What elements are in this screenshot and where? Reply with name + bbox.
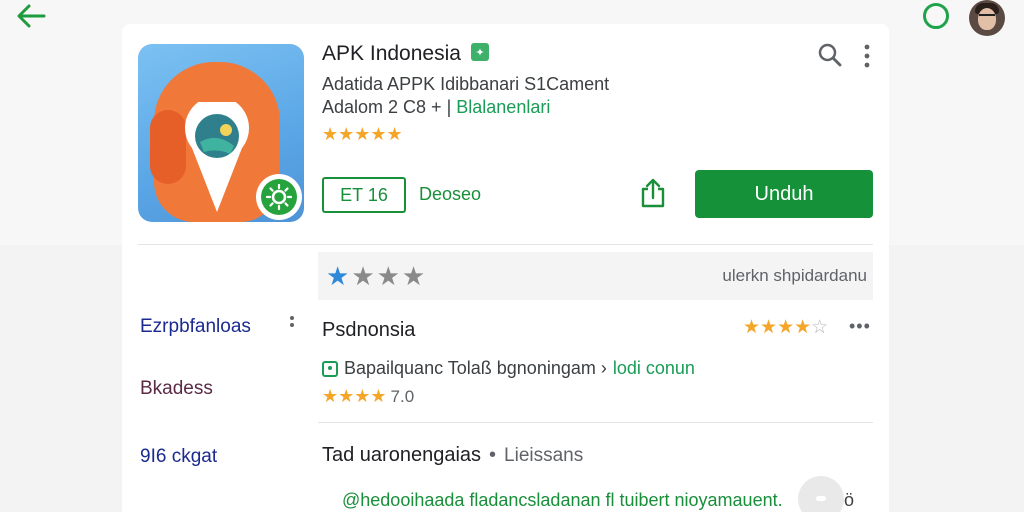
sidebar-item-1[interactable]: Ezrpbfanloas — [140, 316, 251, 338]
app-icon-bird-wing — [150, 110, 186, 184]
scroll-fab[interactable] — [798, 476, 844, 512]
listing-subtitle-link[interactable]: lodi conun — [613, 358, 695, 379]
listing-stars-filled: ★★★★ — [743, 317, 812, 338]
rate-star-empty[interactable]: ★★★ — [351, 261, 427, 291]
listing-title[interactable]: Psdnonsia — [322, 319, 415, 342]
back-arrow-icon[interactable] — [14, 2, 48, 30]
rate-star-filled[interactable]: ★ — [326, 261, 351, 291]
footer-tail: ö — [844, 490, 855, 510]
content-rating-badge[interactable]: ET 16 — [322, 177, 406, 213]
sidebar-more-icon[interactable] — [288, 314, 296, 336]
rate-stars[interactable]: ★★★★ — [326, 261, 427, 292]
avatar-face — [978, 8, 996, 30]
search-icon[interactable] — [817, 42, 843, 68]
app-icon-badge — [256, 174, 302, 220]
listing-stars-empty: ☆ — [811, 317, 829, 338]
listing-subtitle: Bapailquanc Tolaß bgnoningam › — [344, 358, 607, 378]
app-title: APK Indonesia — [322, 42, 461, 65]
sidebar-item-3[interactable]: 9I6 ckgat — [140, 446, 217, 468]
sun-badge-icon — [261, 179, 297, 215]
rate-app-strip[interactable]: ★★★★ ulerkn shpidardanu — [318, 252, 873, 300]
tag-icon — [322, 360, 338, 377]
section-subtitle: Lieissans — [504, 445, 584, 466]
sidebar-item-2[interactable]: Bkadess — [140, 378, 213, 400]
status-circle-icon[interactable] — [923, 3, 949, 29]
app-icon — [138, 44, 304, 222]
map-pin-icon — [185, 102, 249, 212]
developer-link[interactable]: Blalanenlari — [456, 97, 550, 117]
listing-rating-stars: ★★★★ — [322, 386, 387, 406]
divider — [138, 244, 873, 245]
app-meta-line1: Adatida APPK Idibbanari S1Cament — [322, 74, 610, 94]
section-title: Tad uaronengaias — [322, 444, 482, 466]
more-vert-icon[interactable] — [860, 42, 874, 70]
section-separator: • — [489, 444, 497, 466]
description-link[interactable]: Deoseo — [419, 184, 481, 205]
footer-link[interactable]: @hedooihaada fladancsladanan fl tuibert … — [342, 490, 783, 511]
app-meta-line2: Adalom 2 C8 + | Blalanenlari — [322, 97, 550, 118]
app-star-rating: ★★★★★ — [322, 124, 403, 144]
rate-strip-label: ulerkn shpidardanu — [722, 266, 867, 285]
listing-stars: ★★★★☆ — [743, 316, 828, 339]
listing-more-icon[interactable]: ••• — [849, 316, 871, 337]
listing-rating-value: 7.0 — [390, 387, 415, 406]
app-details-card: APK Indonesia ✦ Adatida APPK Idibbanari … — [122, 24, 889, 512]
listing-subtitle-row: Bapailquanc Tolaß bgnoningam › lodi conu… — [322, 358, 695, 379]
verified-icon: ✦ — [471, 43, 489, 61]
listing-rating-row: ★★★★ 7.0 — [322, 386, 414, 407]
install-button[interactable]: Unduh — [695, 170, 873, 218]
share-icon[interactable] — [638, 177, 668, 209]
section-header: Tad uaronengaias • Lieissans — [322, 444, 583, 467]
app-meta-line2-prefix: Adalom 2 C8 + | — [322, 97, 452, 117]
avatar[interactable] — [969, 0, 1005, 36]
divider — [318, 422, 873, 423]
avatar-glasses — [979, 14, 995, 18]
